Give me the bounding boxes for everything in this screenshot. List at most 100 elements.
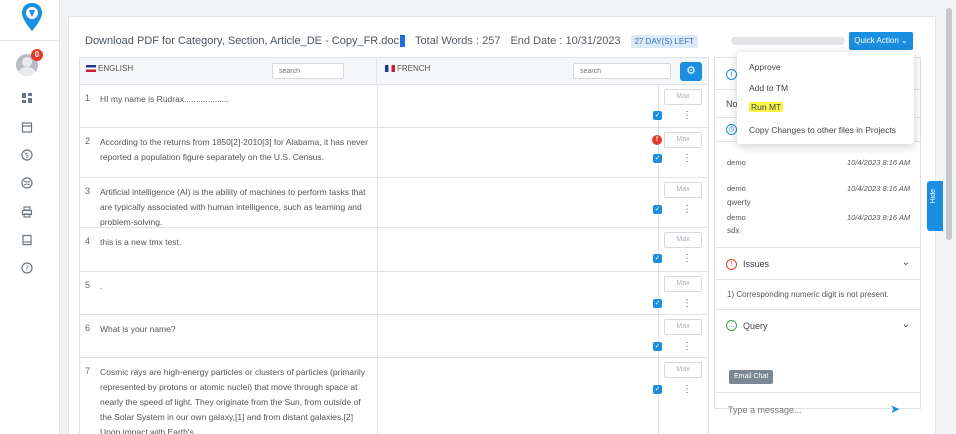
- menu-item-add-to-tm[interactable]: Add to TM: [749, 83, 788, 93]
- target-column-header: FRENCH: [377, 58, 708, 85]
- segment-row[interactable]: 5 . Max ✓ ⋮: [80, 272, 708, 315]
- history-date: 10/4/2023 8:16 AM: [847, 158, 911, 167]
- quick-action-button[interactable]: Quick Action ⌄: [849, 32, 913, 50]
- message-input[interactable]: Type a message...: [728, 405, 802, 415]
- history-user: demo: [727, 184, 746, 193]
- chevron-down-icon[interactable]: ⌄: [902, 319, 910, 330]
- target-search-input[interactable]: [573, 63, 671, 79]
- more-options-icon[interactable]: ⋮: [682, 111, 692, 121]
- history-note: qwerty: [727, 198, 751, 207]
- issues-section-header[interactable]: ! Issues ⌄: [715, 248, 920, 280]
- hide-label: Hide: [930, 189, 937, 204]
- segment-row[interactable]: 3 Artificial intelligence (AI) is the ab…: [80, 178, 708, 228]
- max-length-input[interactable]: Max: [664, 276, 702, 292]
- source-search-input[interactable]: [272, 63, 344, 79]
- alert-icon: !: [726, 259, 737, 270]
- app-root: 0 $ ? Download PDF for Category, Section…: [0, 0, 956, 434]
- more-options-icon[interactable]: ⋮: [682, 385, 692, 395]
- more-options-icon[interactable]: ⋮: [682, 299, 692, 309]
- dollar-icon[interactable]: $: [20, 149, 34, 163]
- hide-panel-tab[interactable]: Hide: [927, 181, 943, 231]
- confirm-checkbox[interactable]: ✓: [653, 205, 662, 214]
- info-icon: i: [726, 69, 737, 80]
- query-section-header[interactable]: … Query ⌄: [715, 310, 920, 342]
- chevron-down-icon[interactable]: ⌄: [902, 257, 910, 268]
- segment-row[interactable]: 7 Cosmic rays are high-energy particles …: [80, 358, 708, 434]
- more-options-icon[interactable]: ⋮: [682, 342, 692, 352]
- segment-number: 6: [85, 323, 91, 333]
- notification-badge: 0: [31, 49, 43, 61]
- more-options-icon[interactable]: ⋮: [682, 254, 692, 264]
- globe-icon[interactable]: [20, 177, 34, 191]
- segment-number: 4: [85, 236, 91, 246]
- book-icon[interactable]: [20, 234, 34, 248]
- days-left-badge: 27 DAY(S) LEFT: [630, 34, 698, 48]
- settings-gear-icon[interactable]: ⚙: [680, 62, 702, 81]
- warning-icon[interactable]: !: [652, 135, 662, 145]
- source-language: ENGLISH: [86, 64, 133, 73]
- history-date: 10/4/2023 8:16 AM: [847, 184, 911, 193]
- segment-number: 2: [85, 136, 91, 146]
- send-icon[interactable]: ➤: [890, 403, 904, 415]
- left-sidebar: 0 $ ?: [0, 0, 60, 434]
- issues-list: 1) Corresponding numeric digit is not pr…: [715, 280, 920, 310]
- page-scrollbar[interactable]: [946, 8, 952, 240]
- segment-row[interactable]: 6 What is your name? Max ✓ ⋮: [80, 315, 708, 358]
- confirm-checkbox[interactable]: ✓: [653, 342, 662, 351]
- source-column-header: ENGLISH: [80, 58, 377, 85]
- segment-row[interactable]: 4 this is a new tmx test. Max ✓ ⋮: [80, 228, 708, 272]
- confirm-checkbox[interactable]: ✓: [653, 154, 662, 163]
- max-length-input[interactable]: Max: [664, 132, 702, 148]
- menu-item-approve[interactable]: Approve: [749, 62, 781, 72]
- status-label: No: [726, 99, 738, 109]
- history-user: demo: [727, 158, 746, 167]
- more-options-icon[interactable]: ⋮: [682, 205, 692, 215]
- calendar-icon[interactable]: [20, 121, 34, 135]
- sidebar-divider: [0, 40, 60, 41]
- source-text: Artificial intelligence (AI) is the abil…: [100, 187, 366, 227]
- segment-number: 1: [85, 93, 91, 103]
- issues-title: Issues: [743, 259, 770, 269]
- confirm-checkbox[interactable]: ✓: [653, 385, 662, 394]
- max-length-input[interactable]: Max: [664, 319, 702, 335]
- source-text: HI my name is Rudrax...................: [100, 94, 229, 104]
- confirm-checkbox[interactable]: ✓: [653, 111, 662, 120]
- confirm-checkbox[interactable]: ✓: [653, 299, 662, 308]
- help-icon[interactable]: ?: [20, 262, 34, 276]
- issue-item: 1) Corresponding numeric digit is not pr…: [727, 290, 889, 299]
- source-text: .: [100, 281, 103, 291]
- app-logo: [22, 3, 42, 31]
- source-text: this is a new tmx test.: [100, 237, 182, 247]
- printer-icon[interactable]: [20, 206, 34, 220]
- target-language: FRENCH: [385, 64, 430, 73]
- uk-flag-icon: [86, 65, 96, 73]
- max-length-input[interactable]: Max: [664, 182, 702, 198]
- dashboard-icon[interactable]: [20, 92, 34, 106]
- total-words: Total Words : 257: [415, 35, 501, 47]
- max-length-input[interactable]: Max: [664, 362, 702, 378]
- svg-text:$: $: [25, 152, 29, 160]
- progress-bar: [731, 37, 845, 45]
- email-chat-tag[interactable]: Email Chat: [729, 370, 774, 384]
- france-flag-icon: [385, 65, 395, 73]
- chevron-down-icon: ⌄: [901, 36, 908, 45]
- history-list: demo 10/4/2023 8:16 AM demo 10/4/2023 8:…: [715, 142, 920, 248]
- menu-item-copy-changes[interactable]: Copy Changes to other files in Projects: [749, 125, 896, 135]
- segment-number: 5: [85, 280, 91, 290]
- menu-item-run-mt[interactable]: Run MT: [749, 102, 784, 112]
- history-date: 10/4/2023 8:16 AM: [847, 213, 911, 222]
- confirm-checkbox[interactable]: ✓: [653, 254, 662, 263]
- quick-action-menu: Approve Add to TM Run MT Copy Changes to…: [737, 52, 914, 144]
- segment-number: 3: [85, 186, 91, 196]
- segment-row[interactable]: 2 According to the returns from 1850[2]-…: [80, 128, 708, 178]
- segment-row[interactable]: 1 HI my name is Rudrax..................…: [80, 85, 708, 128]
- max-length-input[interactable]: Max: [664, 232, 702, 248]
- max-length-input[interactable]: Max: [664, 89, 702, 105]
- message-box[interactable]: Type a message... ➤: [715, 392, 920, 426]
- chat-icon: …: [726, 320, 737, 331]
- history-user: demo: [727, 213, 746, 222]
- query-title: Query: [743, 321, 768, 331]
- segment-editor: ENGLISH FRENCH ⚙ 1 HI my name is Rudrax.…: [79, 57, 709, 434]
- source-text: According to the returns from 1850[2]-20…: [100, 137, 368, 162]
- more-options-icon[interactable]: ⋮: [682, 154, 692, 164]
